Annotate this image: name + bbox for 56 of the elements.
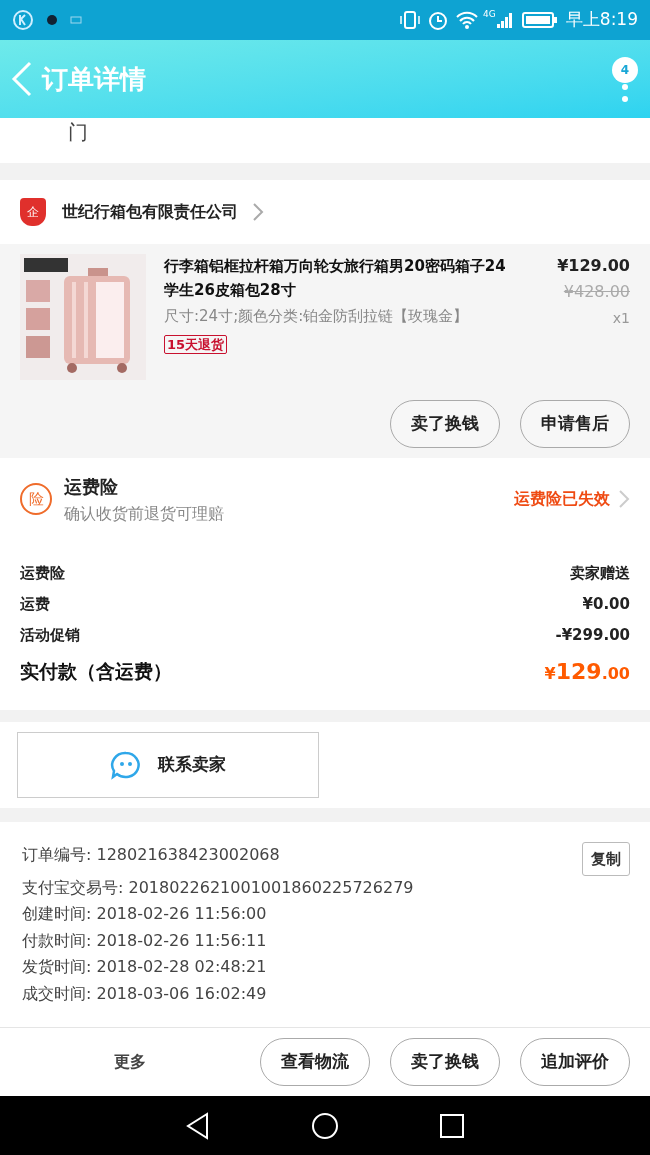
product-title: 行李箱铝框拉杆箱万向轮女旅行箱男20密码箱子24学生26皮箱包28寸	[164, 256, 507, 301]
back-icon	[10, 60, 34, 98]
insurance-icon: 险	[20, 483, 52, 515]
alarm-icon	[427, 9, 450, 31]
status-time: 早上8:19	[565, 8, 638, 32]
product-price: ¥129.00	[557, 255, 630, 277]
fee-label: 运费险	[20, 563, 65, 585]
shop-logo: 企	[20, 198, 46, 226]
signal-icon	[495, 11, 514, 29]
bottom-action-button[interactable]: 卖了换钱	[390, 1038, 500, 1086]
order-info-line: 订单编号: 128021638423002068	[22, 844, 280, 866]
network-label: 4G	[483, 8, 496, 21]
bottom-action-button[interactable]: 查看物流	[260, 1038, 370, 1086]
return-policy-tag: 15天退货	[164, 335, 228, 354]
insurance-status-link[interactable]: 运费险已失效	[514, 487, 630, 511]
page-title: 订单详情	[42, 62, 146, 96]
back-button[interactable]	[10, 60, 34, 98]
chevron-right-icon	[252, 202, 264, 222]
product-quantity: x1	[612, 309, 630, 328]
fee-value: -¥299.00	[555, 625, 630, 647]
bottom-action-button[interactable]: 追加评价	[520, 1038, 630, 1086]
total-amount: ¥129.00	[544, 657, 630, 686]
app-icon	[46, 14, 58, 26]
contact-seller-button[interactable]: 联系卖家	[17, 732, 319, 798]
notification-badge: 4	[612, 57, 638, 83]
total-label: 实付款（含运费）	[20, 658, 172, 684]
fee-label: 运费	[20, 594, 50, 616]
app-icon	[12, 9, 34, 31]
more-icon	[621, 83, 629, 105]
action-button[interactable]: 卖了换钱	[390, 400, 500, 448]
partial-text: 门	[68, 119, 88, 146]
insurance-title: 运费险	[64, 474, 119, 499]
fee-label: 活动促销	[20, 625, 80, 647]
chevron-right-icon	[618, 489, 630, 509]
order-info-line: 发货时间: 2018-02-28 02:48:21	[22, 956, 267, 978]
product-spec: 尺寸:24寸;颜色分类:铂金防刮拉链【玫瑰金】	[164, 306, 470, 327]
app-icon	[70, 15, 82, 25]
wifi-icon	[455, 10, 480, 30]
order-info-line: 创建时间: 2018-02-26 11:56:00	[22, 903, 267, 925]
fee-value: 卖家赠送	[570, 563, 630, 585]
more-link[interactable]: 更多	[20, 1050, 240, 1074]
order-info-line: 付款时间: 2018-02-26 11:56:11	[22, 929, 267, 951]
action-button[interactable]: 申请售后	[520, 400, 630, 448]
order-info-line: 成交时间: 2018-03-06 16:02:49	[22, 982, 267, 1004]
insurance-subtitle: 确认收货前退货可理赔	[64, 502, 225, 525]
recent-apps-icon	[439, 1112, 465, 1139]
order-info-line: 支付宝交易号: 2018022621001001860225726279	[22, 876, 414, 898]
copy-button[interactable]: 复制	[582, 842, 630, 876]
chat-icon	[110, 750, 142, 780]
back-icon	[185, 1111, 211, 1140]
vibrate-icon	[399, 9, 422, 31]
home-icon	[311, 1111, 339, 1140]
fee-value: ¥0.00	[582, 594, 630, 616]
original-price: ¥428.00	[563, 281, 630, 303]
battery-icon	[521, 11, 558, 29]
shop-name[interactable]: 世纪行箱包有限责任公司	[62, 200, 264, 224]
